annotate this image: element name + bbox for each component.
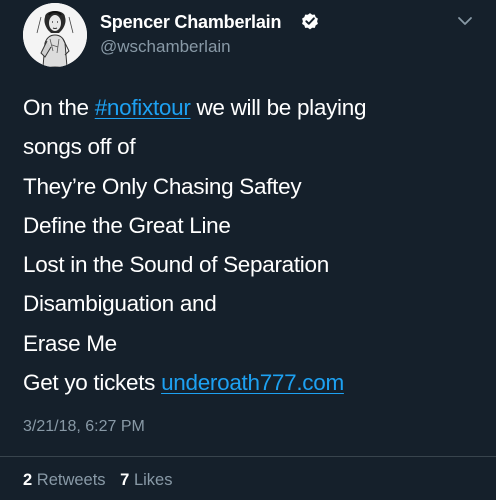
chevron-down-icon[interactable] — [456, 14, 474, 28]
likes-count: 7 — [120, 471, 130, 489]
body-line-8-prefix: Get yo tickets — [23, 370, 162, 396]
divider — [0, 456, 496, 457]
retweets-count: 2 — [23, 471, 33, 489]
body-line-1-suffix: we will be playing — [190, 95, 367, 120]
body-line-1-prefix: On the — [23, 95, 95, 120]
likes-stat[interactable]: 7 Likes — [120, 471, 172, 489]
body-line-1: On the #nofixtour we will be playing — [23, 88, 488, 127]
likes-label: Likes — [133, 471, 173, 489]
tweet-stats: 2 Retweets 7 Likes — [23, 471, 172, 490]
tweet-body: On the #nofixtour we will be playing son… — [23, 88, 488, 402]
avatar-illustration — [23, 3, 87, 67]
url-link[interactable]: underoath777.com — [161, 370, 344, 395]
body-line-4: Define the Great Line — [23, 212, 231, 238]
tweet-card: Spencer Chamberlain @wschamberlain On th… — [0, 0, 496, 500]
body-line-2: songs off of — [23, 134, 136, 160]
body-line-8: Get yo tickets underoath777.com — [23, 363, 488, 402]
author-display-name[interactable]: Spencer Chamberlain — [100, 12, 281, 33]
author-handle[interactable]: @wschamberlain — [100, 37, 231, 57]
tweet-timestamp[interactable]: 3/21/18, 6:27 PM — [23, 418, 145, 436]
retweets-label: Retweets — [36, 471, 106, 489]
body-line-5: Lost in the Sound of Separation — [23, 252, 329, 278]
hashtag-link[interactable]: #nofixtour — [95, 95, 191, 120]
verified-badge-icon — [302, 13, 318, 30]
body-line-3: They’re Only Chasing Saftey — [23, 173, 302, 199]
retweets-stat[interactable]: 2 Retweets — [23, 471, 106, 489]
avatar[interactable] — [23, 3, 87, 67]
body-line-7: Erase Me — [23, 330, 117, 356]
body-line-6: Disambiguation and — [23, 291, 217, 317]
